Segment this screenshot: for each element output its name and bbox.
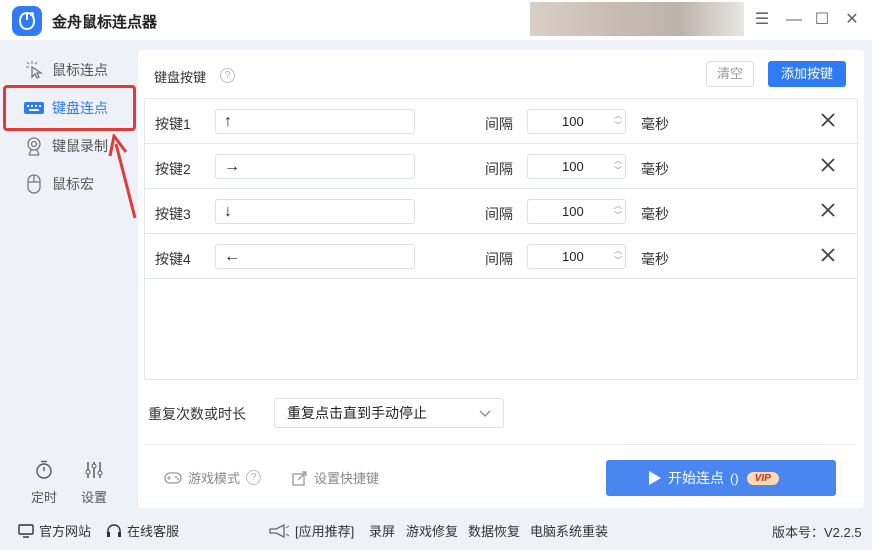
app-logo-icon: [12, 6, 42, 36]
sidebar-item-label: 鼠标连点: [52, 62, 108, 78]
interval-stepper[interactable]: ︿ ﹀: [613, 156, 623, 178]
monitor-icon: [18, 523, 34, 538]
sidebar-item-label: 键鼠录制: [52, 138, 108, 154]
delete-icon[interactable]: [819, 156, 837, 174]
footer: 官方网站 在线客服 [应用推荐] 录屏 游戏修复 数据恢复 电脑系统重装 版本号…: [0, 515, 872, 545]
chevron-down-icon: [479, 410, 491, 417]
online-service-link[interactable]: 在线客服: [106, 521, 179, 540]
online-service-label: 在线客服: [127, 524, 180, 539]
timer-label: 定时: [30, 490, 57, 505]
interval-stepper[interactable]: ︿ ﹀: [613, 201, 623, 223]
app-title: 金舟鼠标连点器: [52, 14, 158, 31]
help-icon[interactable]: ?: [220, 68, 235, 83]
sidebar-item-mouse-click[interactable]: 鼠标连点: [12, 53, 134, 87]
delete-icon[interactable]: [819, 246, 837, 264]
game-mode-toggle[interactable]: 游戏模式 ?: [164, 468, 262, 487]
unit-label: 毫秒: [641, 116, 669, 132]
timer-button[interactable]: 定时: [24, 460, 64, 506]
interval-stepper[interactable]: ︿ ﹀: [613, 246, 623, 268]
stopwatch-icon: [36, 460, 52, 479]
title-bar: 金舟鼠标连点器 ☰ — ☐ ✕: [0, 0, 872, 40]
play-icon: [649, 471, 661, 485]
interval-label: 间隔: [485, 116, 513, 132]
mouse-icon: [22, 172, 46, 196]
add-key-button[interactable]: 添加按键: [768, 61, 846, 87]
key-list: 按键1 ↑ 间隔 100 ︿ ﹀ 毫秒 按键2 → 间隔 100 ︿ ﹀ 毫秒 按键…: [144, 98, 858, 380]
shortcut-icon: [292, 470, 308, 486]
shortcut-settings-button[interactable]: 设置快捷键: [292, 468, 379, 487]
interval-label: 间隔: [485, 161, 513, 177]
repeat-select[interactable]: 重复点击直到手动停止: [274, 398, 504, 428]
interval-stepper[interactable]: ︿ ﹀: [613, 111, 623, 133]
key-row: 按键3 ↓ 间隔 100 ︿ ﹀ 毫秒: [145, 189, 857, 234]
interval-input[interactable]: 100: [527, 154, 626, 179]
start-label: 开始连点: [668, 470, 724, 486]
delete-icon[interactable]: [819, 111, 837, 129]
divider: [144, 444, 856, 445]
unit-label: 毫秒: [641, 251, 669, 267]
sidebar: 鼠标连点 键盘连点 键鼠录制 鼠标宏 定时 设置: [0, 40, 138, 508]
megaphone-icon: [268, 523, 290, 539]
game-help-icon[interactable]: ?: [246, 470, 262, 485]
clear-button[interactable]: 清空: [706, 61, 754, 87]
key-row: 按键4 ← 间隔 100 ︿ ﹀ 毫秒: [145, 234, 857, 279]
repeat-label: 重复次数或时长: [148, 406, 246, 422]
footer-link-data-recovery[interactable]: 数据恢复: [468, 521, 520, 540]
shortcut-label: 设置快捷键: [314, 471, 380, 486]
key-row: 按键2 → 间隔 100 ︿ ﹀ 毫秒: [145, 144, 857, 189]
sidebar-item-label: 鼠标宏: [52, 176, 94, 192]
red-arrow-icon: [108, 134, 137, 219]
repeat-value: 重复点击直到手动停止: [287, 405, 427, 421]
official-site-label: 官方网站: [39, 524, 92, 539]
footer-link-game-repair[interactable]: 游戏修复: [406, 521, 458, 540]
vip-badge: VIP: [746, 471, 779, 485]
webcam-icon: [22, 134, 46, 158]
close-button[interactable]: ✕: [842, 10, 862, 30]
key-input[interactable]: ←: [215, 244, 415, 269]
start-button[interactable]: 开始连点 () VIP: [606, 460, 836, 496]
recommend-label: [应用推荐]: [295, 524, 355, 539]
interval-input[interactable]: 100: [527, 199, 626, 224]
interval-input[interactable]: 100: [527, 109, 626, 134]
sliders-icon: [85, 462, 103, 478]
mouse-click-icon: [22, 58, 46, 82]
key-input[interactable]: ↓: [215, 199, 415, 224]
interval-label: 间隔: [485, 251, 513, 267]
official-site-link[interactable]: 官方网站: [18, 521, 91, 540]
key-label: 按键2: [155, 161, 191, 177]
game-mode-label: 游戏模式: [188, 471, 241, 486]
menu-icon[interactable]: ☰: [752, 10, 772, 30]
maximize-button[interactable]: ☐: [812, 10, 832, 30]
version-label: 版本号：V2.2.5: [772, 525, 862, 540]
minimize-button[interactable]: —: [784, 10, 804, 30]
key-label: 按键4: [155, 251, 191, 267]
key-label: 按键1: [155, 116, 191, 132]
start-hotkey: (): [730, 470, 739, 486]
footer-link-record[interactable]: 录屏: [369, 521, 395, 540]
delete-icon[interactable]: [819, 201, 837, 219]
settings-button[interactable]: 设置: [74, 460, 114, 506]
headset-icon: [106, 523, 122, 539]
ad-banner[interactable]: [530, 2, 744, 36]
gamepad-icon: [164, 471, 182, 485]
key-row: 按键1 ↑ 间隔 100 ︿ ﹀ 毫秒: [145, 99, 857, 144]
unit-label: 毫秒: [641, 161, 669, 177]
highlight-box: [3, 85, 136, 131]
interval-input[interactable]: 100: [527, 244, 626, 269]
key-input[interactable]: ↑: [215, 109, 415, 134]
interval-label: 间隔: [485, 206, 513, 222]
footer-link-system-reinstall[interactable]: 电脑系统重装: [530, 521, 608, 540]
section-title: 键盘按键: [154, 70, 207, 85]
unit-label: 毫秒: [641, 206, 669, 222]
key-input[interactable]: →: [215, 154, 415, 179]
main-panel: 键盘按键 ? 清空 添加按键 按键1 ↑ 间隔 100 ︿ ﹀ 毫秒 按键2 → …: [138, 50, 864, 508]
recommend-section: [应用推荐]: [268, 521, 354, 540]
settings-label: 设置: [80, 490, 107, 505]
key-label: 按键3: [155, 206, 191, 222]
